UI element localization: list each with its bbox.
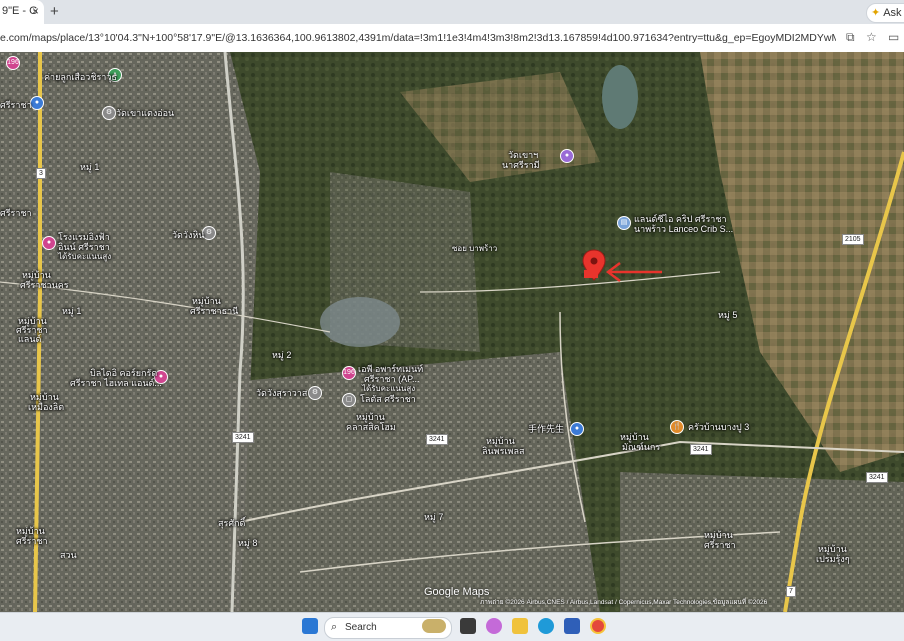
map-label: เปรมรุ้งๆ bbox=[816, 554, 850, 564]
map-attribution: ภาพถ่าย ©2026 Airbus,CNES / Airbus,Lands… bbox=[480, 599, 768, 606]
map-label: โลตัส ศรีราชา bbox=[360, 394, 416, 404]
map-label: นาศรีรามี bbox=[502, 160, 540, 170]
map-label: หมู่บ้าน bbox=[620, 432, 649, 442]
map-label: มัณฑ์นกร bbox=[622, 442, 661, 452]
shop-poi-icon[interactable]: ● bbox=[570, 422, 584, 436]
map-label: ศรีราชา bbox=[0, 100, 32, 110]
map-label: หมู่บ้าน bbox=[356, 412, 385, 422]
map-label: หมู่ 1 bbox=[80, 162, 100, 172]
map-label: หมู่ 5 bbox=[718, 310, 738, 320]
map-label: ศรีราชา bbox=[0, 208, 32, 218]
shop-poi-icon[interactable]: ● bbox=[30, 96, 44, 110]
apartment-poi-icon[interactable]: ▤ bbox=[617, 216, 631, 230]
map-label: เหมืองลิต bbox=[28, 402, 65, 412]
map-label: 手作先生 bbox=[528, 424, 565, 434]
map-label: ซอย บาพร้าว bbox=[452, 244, 498, 253]
map-label: ได้รับคะแนนสูง bbox=[362, 384, 416, 393]
map-label: คลาสสิคโฮม bbox=[346, 422, 396, 432]
map-label: ศรีราชา ไฮเทล แอนด์... bbox=[70, 378, 162, 388]
windows-start-icon[interactable] bbox=[302, 618, 318, 634]
edge-icon[interactable] bbox=[538, 618, 554, 634]
map-label: หมู่บ้าน bbox=[22, 270, 51, 280]
map-imagery bbox=[0, 52, 904, 612]
browser-tabbar: 9"E - G × + ✦Ask G bbox=[0, 0, 904, 24]
copilot-icon[interactable] bbox=[486, 618, 502, 634]
map-label: หมู่บ้าน bbox=[486, 436, 515, 446]
road-shield: 2105 bbox=[842, 234, 864, 245]
map-label: ศรีราชา (AP... bbox=[364, 374, 420, 384]
sparkle-icon: ✦ bbox=[871, 7, 881, 19]
school-poi-icon[interactable]: ● bbox=[560, 149, 574, 163]
map-label: หมู่บ้าน bbox=[704, 530, 733, 540]
road-shield: 3241 bbox=[426, 434, 448, 445]
road-shield: 3241 bbox=[690, 444, 712, 455]
map-label: หมู่ 7 bbox=[424, 512, 444, 522]
chrome-icon[interactable] bbox=[590, 618, 606, 634]
map-label: หมู่บ้าน bbox=[818, 544, 847, 554]
store-icon[interactable] bbox=[564, 618, 580, 634]
hotel-poi-icon[interactable]: ● bbox=[42, 236, 56, 250]
map-label: ค่ายลูกเสือวชิราวุธ bbox=[44, 72, 117, 82]
map-label: อินน์ ศรีราชา bbox=[58, 242, 110, 252]
road-shield: 7 bbox=[786, 586, 796, 597]
map-label: นาพร้าว Lanceo Crib S... bbox=[634, 224, 734, 234]
map-label: หมู่บ้าน bbox=[30, 392, 59, 402]
map-label: วัดวังหิน bbox=[172, 230, 205, 240]
map-label: แลนด์ bbox=[18, 334, 42, 344]
extension-icon[interactable]: ▭ bbox=[888, 30, 899, 44]
map-label: ศรีราชาธานี bbox=[190, 306, 239, 316]
new-tab-button[interactable]: + bbox=[50, 3, 59, 20]
map-label: สุรศักดิ์ bbox=[218, 518, 246, 528]
hotel-poi-icon[interactable]: 196 bbox=[6, 56, 20, 70]
map-label: ได้รับคะแนนสูง bbox=[58, 252, 112, 261]
map-label: บิลไดอิ คอร์ยกรัด bbox=[90, 368, 158, 378]
map-label: ศรีราชา bbox=[704, 540, 736, 550]
hotel-poi-icon[interactable]: 196 bbox=[342, 366, 356, 380]
install-app-icon[interactable]: ⧉ bbox=[846, 30, 855, 45]
road-shield: 3241 bbox=[232, 432, 254, 443]
task-view-icon[interactable] bbox=[460, 618, 476, 634]
map-label: แลนด์ซีไอ คริป ศรีราชา bbox=[634, 214, 727, 224]
map-label: วัดเขาฯ bbox=[508, 150, 539, 160]
map-label: วัดเขาแตงอ่อน bbox=[116, 108, 175, 118]
map-label: หมู่ 8 bbox=[238, 538, 258, 548]
search-placeholder: Search bbox=[345, 622, 377, 633]
map-label: หมู่บ้าน bbox=[16, 526, 45, 536]
map-label: ครัวบ้านบางปู 3 bbox=[688, 422, 750, 432]
taskbar: ⌕ Search bbox=[0, 612, 904, 641]
map-label: ศรีราชานคร bbox=[20, 280, 69, 290]
road-shield: 3 bbox=[36, 168, 46, 179]
temple-poi-icon[interactable]: ⚙ bbox=[102, 106, 116, 120]
map-label: หมู่ 1 bbox=[62, 306, 82, 316]
browser-tab[interactable]: 9"E - G × bbox=[0, 0, 44, 24]
ask-button[interactable]: ✦Ask G bbox=[866, 3, 904, 23]
file-explorer-icon[interactable] bbox=[512, 618, 528, 634]
ask-label: Ask G bbox=[883, 7, 904, 19]
map-label: ศรีราชา bbox=[16, 536, 48, 546]
map-label: ลินพรเพลส bbox=[482, 446, 525, 456]
map-label: โรงแรมอิงฟ้า bbox=[58, 232, 110, 242]
close-icon[interactable]: × bbox=[32, 4, 39, 18]
url-field[interactable]: e.com/maps/place/13°10'04.3"N+100°58'17.… bbox=[0, 30, 836, 48]
map-label: วัดวังสุราวาส bbox=[256, 388, 308, 398]
restaurant-poi-icon[interactable]: 🍴 bbox=[670, 420, 684, 434]
bookmark-star-icon[interactable]: ☆ bbox=[866, 30, 877, 44]
search-icon: ⌕ bbox=[331, 621, 338, 633]
map-label: หมู่ 2 bbox=[272, 350, 292, 360]
widget-icon[interactable] bbox=[422, 619, 446, 633]
store-poi-icon[interactable]: ▢ bbox=[342, 393, 356, 407]
map-label: หมู่บ้าน bbox=[192, 296, 221, 306]
temple-poi-icon[interactable]: ⚙ bbox=[308, 386, 322, 400]
satellite-map[interactable]: 196 ▲ ● ⚙ ● ⚙ ● ▤ ● 196 ⚙ ▢ ● 🍴 ค่ายลูกเ… bbox=[0, 52, 904, 612]
address-bar: e.com/maps/place/13°10'04.3"N+100°58'17.… bbox=[0, 24, 904, 53]
road-shield: 3241 bbox=[866, 472, 888, 483]
map-label: สวน bbox=[60, 550, 77, 560]
map-label: เอพี อพาร์ทเมนท์ bbox=[358, 364, 424, 374]
